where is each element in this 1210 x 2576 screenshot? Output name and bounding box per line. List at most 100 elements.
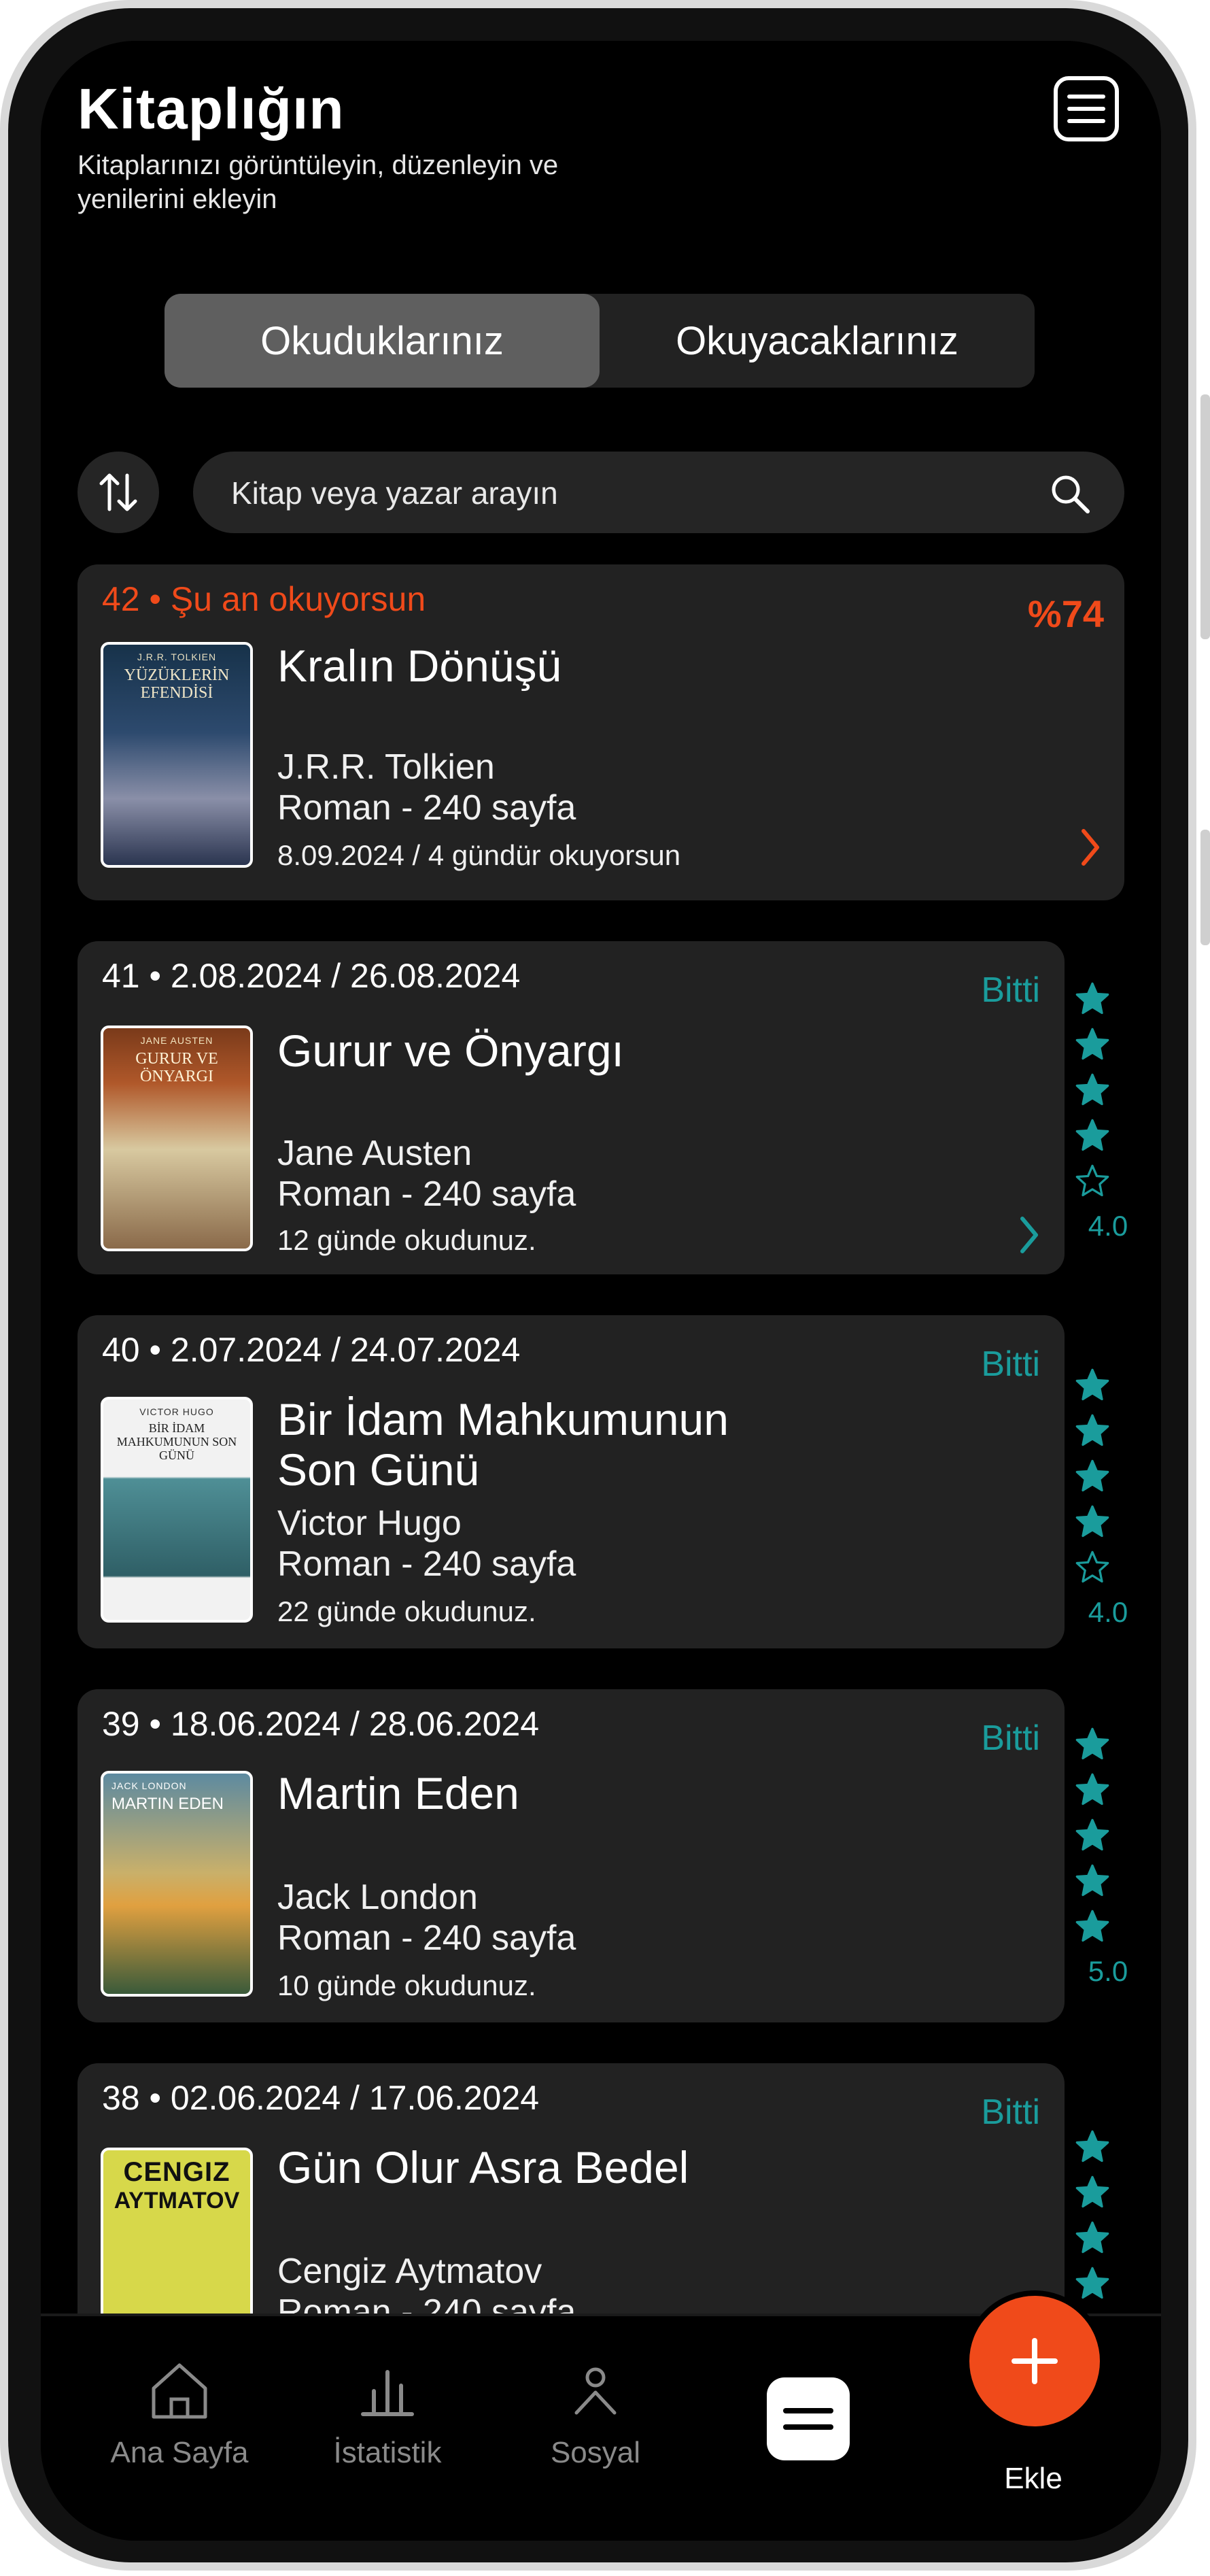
star-filled-icon [1075, 2130, 1109, 2163]
star-filled-icon [1075, 1727, 1109, 1760]
star-filled-icon [1075, 2175, 1109, 2208]
star-filled-icon [1075, 1864, 1109, 1897]
plus-icon [1012, 2338, 1058, 2384]
book-meta: 39 • 18.06.2024 / 28.06.2024 [102, 1705, 540, 1743]
chevron-right-icon[interactable] [1016, 1213, 1043, 1257]
star-filled-icon [1075, 1414, 1109, 1446]
book-author: Cengiz Aytmatov [277, 2252, 542, 2291]
page-title: Kitaplığın [77, 77, 345, 141]
status-badge: Bitti [981, 1718, 1040, 1758]
star-filled-icon [1075, 1368, 1109, 1401]
rating-value: 4.0 [1088, 1210, 1128, 1242]
book-card[interactable]: 39 • 18.06.2024 / 28.06.2024 Bitti JACK … [77, 1689, 1065, 2022]
cover-title: YÜZÜKLERİN EFENDİSİ [124, 666, 230, 702]
book-card[interactable]: 40 • 2.07.2024 / 24.07.2024 Bitti VICTOR… [77, 1315, 1065, 1648]
book-author: Victor Hugo [277, 1504, 462, 1543]
tab-to-read[interactable]: Okuyacaklarınız [600, 294, 1035, 388]
book-cover: JACK LONDON MARTIN EDEN [101, 1771, 253, 1997]
cover-title: GURUR VE ÖNYARGI [135, 1050, 218, 1085]
cover-title: MARTIN EDEN [111, 1795, 224, 1813]
book-meta: 41 • 2.08.2024 / 26.08.2024 [102, 957, 521, 995]
star-filled-icon [1075, 2221, 1109, 2254]
book-rating: 4.0 [1074, 1367, 1142, 1629]
nav-menu-button[interactable] [767, 2377, 850, 2460]
library-tabs: Okuduklarınız Okuyacaklarınız [165, 294, 1035, 388]
book-meta: 40 • 2.07.2024 / 24.07.2024 [102, 1331, 521, 1369]
book-rating: 5.0 [1074, 1726, 1142, 1988]
cover-author: CENGIZ [123, 2157, 230, 2187]
book-note: 8.09.2024 / 4 gündür okuyorsun [277, 839, 681, 871]
add-label: Ekle [1004, 2462, 1062, 2495]
stats-icon [361, 2370, 414, 2416]
tab-read[interactable]: Okuduklarınız [165, 294, 600, 388]
star-filled-icon [1075, 1073, 1109, 1106]
book-author: Jane Austen [277, 1134, 472, 1173]
search-bar [193, 452, 1124, 535]
book-card[interactable]: 41 • 2.08.2024 / 26.08.2024 Bitti JANE A… [77, 941, 1065, 1274]
status-badge: Bitti [981, 1344, 1040, 1384]
star-filled-icon [1075, 1910, 1109, 1942]
book-title: Martin Eden [277, 1768, 519, 1818]
book-author: Jack London [277, 1878, 478, 1917]
search-input[interactable] [230, 452, 1014, 535]
nav-social[interactable]: Sosyal [507, 2357, 684, 2470]
star-filled-icon [1075, 1028, 1109, 1060]
menu-button[interactable] [1054, 76, 1119, 141]
nav-stats-label: İstatistik [333, 2436, 442, 2469]
power-button [1200, 830, 1210, 945]
sort-icon [99, 473, 137, 511]
star-filled-icon [1075, 982, 1109, 1015]
nav-home[interactable]: Ana Sayfa [91, 2357, 268, 2470]
book-author: J.R.R. Tolkien [277, 747, 495, 787]
book-cover: J.R.R. TOLKIEN YÜZÜKLERİN EFENDİSİ [101, 642, 253, 868]
book-pages: Roman - 240 sayfa [277, 1918, 576, 1958]
book-rating: 4.0 [1074, 981, 1142, 1242]
book-note: 22 günde okudunuz. [277, 1595, 536, 1627]
status-badge: Bitti [981, 970, 1040, 1010]
app-screen: Kitaplığın Kitaplarınızı görüntüleyin, d… [41, 41, 1161, 2541]
book-pages: Roman - 240 sayfa [277, 1544, 576, 1584]
star-filled-icon [1075, 1773, 1109, 1806]
nav-stats[interactable]: İstatistik [299, 2357, 476, 2470]
page-subtitle: Kitaplarınızı görüntüleyin, düzenleyin v… [77, 150, 559, 214]
book-title: Gurur ve Önyargı [277, 1026, 624, 1076]
search-icon[interactable] [1048, 472, 1092, 515]
book-title: Gün Olur Asra Bedel [277, 2142, 689, 2192]
home-icon [152, 2363, 207, 2419]
menu-icon [783, 2408, 833, 2413]
book-pages: Roman - 240 sayfa [277, 788, 576, 828]
progress-percent: %74 [1027, 592, 1104, 635]
book-pages: Roman - 240 sayfa [277, 1174, 576, 1214]
star-filled-icon [1075, 2267, 1109, 2299]
book-title: Kralın Dönüşü [277, 641, 562, 691]
book-meta: 42 • Şu an okuyorsun [102, 580, 426, 618]
menu-icon [1067, 95, 1105, 99]
book-title: Bir İdam Mahkumunun Son Günü [277, 1394, 729, 1495]
book-meta: 38 • 02.06.2024 / 17.06.2024 [102, 2079, 540, 2117]
rating-value: 5.0 [1088, 1955, 1128, 1987]
bottom-navigation: Ana Sayfa İstatistik Sosyal Ekle [41, 2290, 1161, 2541]
volume-button [1200, 394, 1210, 639]
book-note: 10 günde okudunuz. [277, 1969, 536, 2001]
cover-title: BİR İDAM MAHKUMUNUN SON GÜNÜ [116, 1421, 237, 1462]
nav-social-label: Sosyal [550, 2436, 641, 2469]
cover-author: JACK LONDON [111, 1780, 187, 1791]
rating-value: 4.0 [1088, 1596, 1128, 1628]
add-book-button[interactable] [964, 2290, 1105, 2432]
cover-author: VICTOR HUGO [139, 1406, 214, 1417]
cover-author: J.R.R. TOLKIEN [137, 651, 217, 662]
nav-home-label: Ana Sayfa [110, 2436, 249, 2469]
person-icon [574, 2367, 617, 2415]
status-badge: Bitti [981, 2092, 1040, 2132]
book-rating [1074, 2129, 1142, 2311]
current-book-card[interactable]: 42 • Şu an okuyorsun %74 J.R.R. TOLKIEN … [77, 564, 1124, 900]
sort-button[interactable] [77, 452, 159, 533]
chevron-right-icon[interactable] [1077, 826, 1104, 869]
book-note: 12 günde okudunuz. [277, 1224, 536, 1256]
star-filled-icon [1075, 1119, 1109, 1151]
cover-title: AYTMATOV [114, 2188, 240, 2214]
cover-author: JANE AUSTEN [140, 1035, 213, 1046]
book-cover: JANE AUSTEN GURUR VE ÖNYARGI [101, 1026, 253, 1251]
star-filled-icon [1075, 1459, 1109, 1492]
star-empty-icon [1075, 1550, 1109, 1583]
